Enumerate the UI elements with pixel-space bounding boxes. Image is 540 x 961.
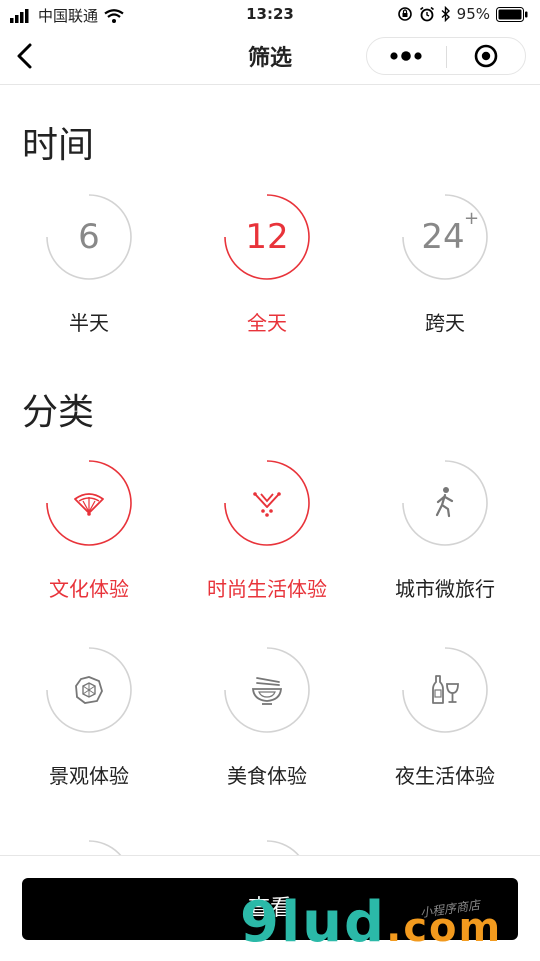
battery-icon — [496, 6, 528, 22]
time-ring: 12 — [224, 194, 310, 280]
time-value: 12 — [245, 217, 289, 257]
landscape-ornament-icon — [75, 676, 103, 704]
more-button[interactable] — [367, 38, 446, 74]
mini-program-capsule — [366, 37, 526, 75]
category-label: 夜生活体验 — [395, 764, 495, 788]
category-option-nightlife[interactable]: 夜生活体验 — [356, 647, 534, 789]
time-section-title: 时间 — [22, 125, 95, 166]
fashion-ornament-icon — [253, 492, 281, 517]
wine-bottle-glass-icon — [432, 675, 459, 704]
battery-percent: 95% — [456, 5, 490, 23]
category-ring — [46, 647, 132, 733]
time-option-multi-day[interactable]: 24 + 跨天 — [356, 194, 534, 336]
time-option-full-day[interactable]: 12 全天 — [178, 194, 356, 336]
category-option-fashion-life[interactable]: 时尚生活体验 — [178, 460, 356, 602]
walking-person-icon — [435, 487, 454, 518]
category-option-landscape[interactable]: 景观体验 — [0, 647, 178, 789]
category-label: 文化体验 — [49, 577, 129, 601]
category-ring — [224, 460, 310, 546]
status-right: 95% — [397, 5, 528, 23]
category-ring — [402, 460, 488, 546]
folding-fan-icon — [74, 493, 104, 516]
category-option-culture[interactable]: 文化体验 — [0, 460, 178, 602]
rotation-lock-icon — [397, 7, 412, 21]
close-button[interactable] — [446, 38, 525, 74]
time-value-plus: + — [464, 208, 480, 229]
time-ring: 24 + — [402, 194, 488, 280]
target-circle-icon — [474, 44, 498, 68]
time-option-half-day[interactable]: 6 半天 — [0, 194, 178, 336]
category-label: 时尚生活体验 — [207, 577, 327, 601]
category-ring — [224, 647, 310, 733]
category-section-title: 分类 — [22, 392, 95, 433]
time-label: 半天 — [69, 311, 109, 335]
watermark-main: 9lud — [240, 890, 387, 955]
time-label: 跨天 — [425, 311, 465, 335]
category-label: 美食体验 — [227, 764, 307, 788]
category-label: 景观体验 — [49, 764, 129, 788]
time-label: 全天 — [247, 311, 287, 335]
time-value: 6 — [78, 217, 100, 257]
category-option-city-trip[interactable]: 城市微旅行 — [356, 460, 534, 602]
bluetooth-icon — [441, 6, 450, 22]
category-ring — [46, 460, 132, 546]
more-dots-icon — [390, 51, 422, 61]
time-value: 24 — [421, 217, 465, 257]
category-ring — [402, 647, 488, 733]
status-bar: 中国联通 13:23 95% — [0, 0, 540, 28]
noodle-bowl-icon — [252, 677, 282, 705]
category-option-food[interactable]: 美食体验 — [178, 647, 356, 789]
category-label: 城市微旅行 — [395, 577, 495, 601]
alarm-icon — [419, 6, 434, 22]
nav-bar: 筛选 — [0, 28, 540, 85]
time-ring: 6 — [46, 194, 132, 280]
